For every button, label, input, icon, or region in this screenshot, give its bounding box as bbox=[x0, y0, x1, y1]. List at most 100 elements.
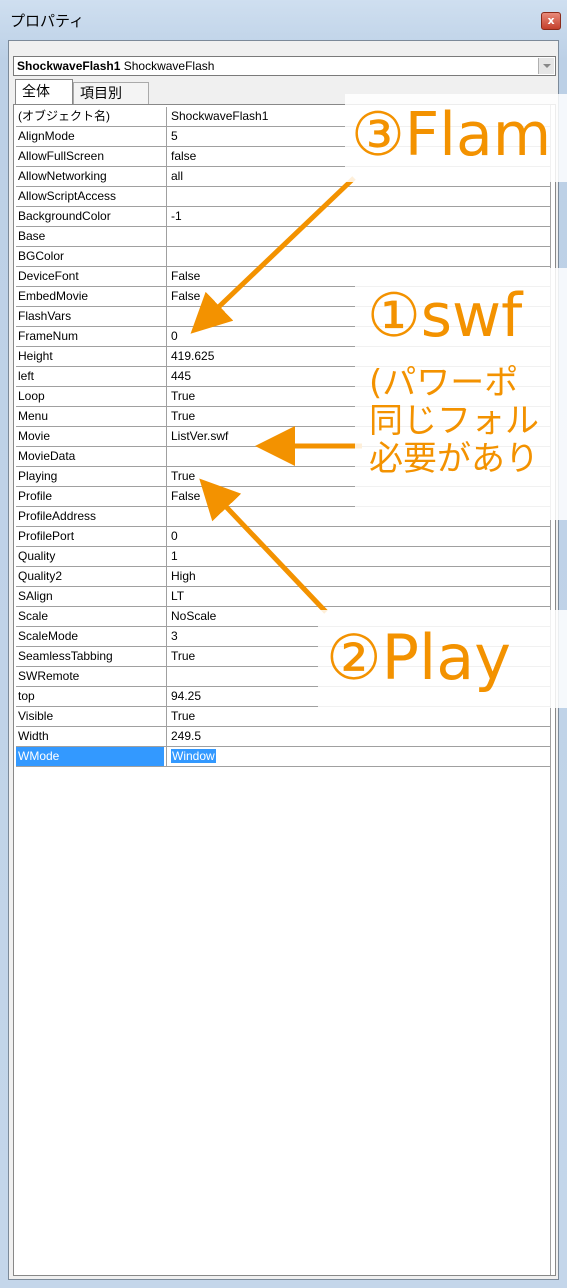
chevron-down-icon[interactable] bbox=[538, 58, 554, 74]
property-value[interactable]: ShockwaveFlash1 bbox=[171, 107, 541, 126]
property-value[interactable]: True bbox=[171, 387, 541, 406]
property-value[interactable]: 1 bbox=[171, 547, 541, 566]
column-divider bbox=[166, 387, 167, 407]
property-value[interactable]: ListVer.swf bbox=[171, 427, 541, 446]
property-row[interactable]: BGColor bbox=[16, 247, 551, 267]
property-row[interactable]: Playing True bbox=[16, 467, 551, 487]
column-divider bbox=[166, 587, 167, 607]
property-row[interactable]: AllowFullScreen false bbox=[16, 147, 551, 167]
property-name: SeamlessTabbing bbox=[18, 649, 113, 663]
property-value[interactable]: LT bbox=[171, 587, 541, 606]
property-value[interactable]: False bbox=[171, 287, 541, 306]
column-divider bbox=[166, 407, 167, 427]
property-name: Movie bbox=[18, 429, 51, 443]
title-bar[interactable]: プロパティ x bbox=[0, 0, 567, 40]
close-button[interactable]: x bbox=[541, 12, 561, 30]
property-name: SAlign bbox=[18, 589, 53, 603]
column-divider bbox=[166, 747, 167, 767]
property-row[interactable]: SeamlessTabbing True bbox=[16, 647, 551, 667]
object-name: ShockwaveFlash1 bbox=[17, 59, 121, 73]
property-value[interactable]: 445 bbox=[171, 367, 541, 386]
column-divider bbox=[166, 247, 167, 267]
property-row[interactable]: SWRemote bbox=[16, 667, 551, 687]
property-row[interactable]: ScaleMode 3 bbox=[16, 627, 551, 647]
property-row[interactable]: Menu True bbox=[16, 407, 551, 427]
property-value-text: True bbox=[171, 409, 196, 423]
property-row[interactable]: Base bbox=[16, 227, 551, 247]
property-value[interactable]: False bbox=[171, 267, 541, 286]
property-value[interactable]: True bbox=[171, 467, 541, 486]
property-value[interactable]: 0 bbox=[171, 527, 541, 546]
column-divider bbox=[166, 127, 167, 147]
property-value-text: all bbox=[171, 169, 184, 183]
property-row[interactable]: AllowNetworking all bbox=[16, 167, 551, 187]
property-row[interactable]: BackgroundColor -1 bbox=[16, 207, 551, 227]
property-value[interactable]: High bbox=[171, 567, 541, 586]
property-name: (オブジェクト名) bbox=[18, 109, 110, 123]
property-row[interactable]: MovieData bbox=[16, 447, 551, 467]
property-row[interactable]: FlashVars bbox=[16, 307, 551, 327]
property-value[interactable]: -1 bbox=[171, 207, 541, 226]
property-name: WMode bbox=[16, 747, 164, 766]
property-row[interactable]: top 94.25 bbox=[16, 687, 551, 707]
property-row[interactable]: Profile False bbox=[16, 487, 551, 507]
tab-categorized[interactable]: 項目別 bbox=[73, 82, 149, 104]
property-row[interactable]: ProfileAddress bbox=[16, 507, 551, 527]
property-value[interactable]: false bbox=[171, 147, 541, 166]
property-value[interactable]: all bbox=[171, 167, 541, 186]
property-row[interactable]: Height 419.625 bbox=[16, 347, 551, 367]
property-value-text: 249.5 bbox=[171, 729, 202, 743]
property-row[interactable]: left 445 bbox=[16, 367, 551, 387]
property-row[interactable]: (オブジェクト名) ShockwaveFlash1 bbox=[16, 107, 551, 127]
property-value[interactable]: NoScale bbox=[171, 607, 541, 626]
column-divider bbox=[166, 507, 167, 527]
property-row[interactable]: WMode Window bbox=[16, 747, 551, 767]
property-value[interactable]: 0 bbox=[171, 327, 541, 346]
properties-client-area: ShockwaveFlash1 ShockwaveFlash 全体 項目別 (オ… bbox=[8, 40, 559, 1280]
property-row[interactable]: DeviceFont False bbox=[16, 267, 551, 287]
column-divider bbox=[166, 227, 167, 247]
property-value-text: False bbox=[171, 489, 201, 503]
properties-window: プロパティ x ShockwaveFlash1 ShockwaveFlash 全… bbox=[0, 0, 567, 1288]
property-name: Scale bbox=[18, 609, 49, 623]
property-name: FrameNum bbox=[18, 329, 79, 343]
object-selector-dropdown[interactable]: ShockwaveFlash1 ShockwaveFlash bbox=[13, 56, 556, 76]
property-row[interactable]: Loop True bbox=[16, 387, 551, 407]
property-value-text: Window bbox=[171, 749, 216, 763]
property-row[interactable]: AlignMode 5 bbox=[16, 127, 551, 147]
property-value-text: 94.25 bbox=[171, 689, 202, 703]
property-value[interactable]: 94.25 bbox=[171, 687, 541, 706]
property-row[interactable]: Width 249.5 bbox=[16, 727, 551, 747]
property-value[interactable]: 249.5 bbox=[171, 727, 541, 746]
property-name: AllowScriptAccess bbox=[18, 189, 117, 203]
property-value-text: LT bbox=[171, 589, 185, 603]
property-value-text: 3 bbox=[171, 629, 178, 643]
property-row[interactable]: EmbedMovie False bbox=[16, 287, 551, 307]
property-value-text: True bbox=[171, 709, 196, 723]
property-value[interactable]: False bbox=[171, 487, 541, 506]
property-value[interactable]: 5 bbox=[171, 127, 541, 146]
property-value-text: True bbox=[171, 649, 196, 663]
property-row[interactable]: Quality 1 bbox=[16, 547, 551, 567]
property-value[interactable]: True bbox=[171, 707, 541, 726]
property-row[interactable]: SAlign LT bbox=[16, 587, 551, 607]
property-row[interactable]: AllowScriptAccess bbox=[16, 187, 551, 207]
property-row[interactable]: Visible True bbox=[16, 707, 551, 727]
property-row[interactable]: Quality2 High bbox=[16, 567, 551, 587]
property-name: AllowFullScreen bbox=[18, 149, 105, 163]
property-value[interactable]: True bbox=[171, 407, 541, 426]
property-row[interactable]: Scale NoScale bbox=[16, 607, 551, 627]
property-value[interactable]: 3 bbox=[171, 627, 541, 646]
property-value[interactable]: 419.625 bbox=[171, 347, 541, 366]
property-value[interactable]: True bbox=[171, 647, 541, 666]
property-value-text: 0 bbox=[171, 529, 178, 543]
tab-all[interactable]: 全体 bbox=[15, 79, 73, 105]
column-divider bbox=[166, 687, 167, 707]
property-row[interactable]: FrameNum 0 bbox=[16, 327, 551, 347]
property-value[interactable]: Window bbox=[171, 747, 541, 766]
property-value-text: 419.625 bbox=[171, 349, 215, 363]
property-row[interactable]: Movie ListVer.swf bbox=[16, 427, 551, 447]
column-divider bbox=[166, 607, 167, 627]
property-row[interactable]: ProfilePort 0 bbox=[16, 527, 551, 547]
close-icon: x bbox=[547, 14, 555, 27]
